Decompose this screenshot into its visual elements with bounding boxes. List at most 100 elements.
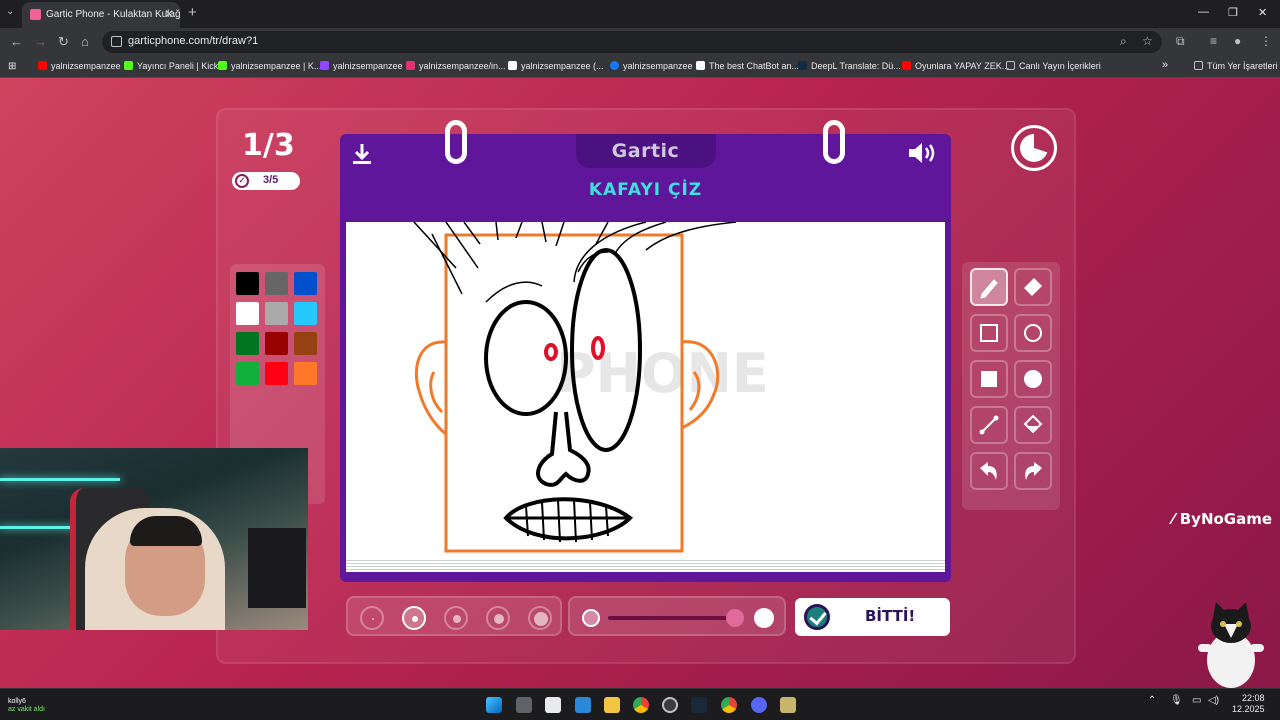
back-arrow-icon[interactable]: ← bbox=[10, 34, 23, 49]
site-info-icon[interactable] bbox=[111, 36, 122, 47]
microphone-icon[interactable]: 🎙 bbox=[1170, 695, 1183, 706]
chatbot-icon bbox=[696, 61, 705, 70]
media-control-icon[interactable]: ≡ bbox=[1210, 34, 1217, 48]
color-swatch-light-gray[interactable] bbox=[265, 302, 288, 325]
drawing-prompt: KAFAYI ÇİZ bbox=[588, 180, 703, 200]
bookmark-label: The best ChatBot an... bbox=[709, 61, 800, 71]
browser-tab[interactable]: Gartic Phone - Kulaktan Kulağa ✕ bbox=[22, 2, 180, 28]
new-tab-button[interactable]: + bbox=[188, 4, 197, 21]
tab-search-icon[interactable]: ⌄ bbox=[6, 6, 14, 17]
bookmark-item[interactable]: yalnizsempanzee bbox=[38, 61, 121, 71]
bookmark-item[interactable]: yalnizsempanzee bbox=[610, 61, 693, 71]
pencil-tool[interactable] bbox=[970, 268, 1008, 306]
bookmark-item[interactable]: Oyunlara YAPAY ZEK... bbox=[902, 61, 1009, 71]
color-swatch-red[interactable] bbox=[265, 362, 288, 385]
redo-tool[interactable] bbox=[1014, 452, 1052, 490]
tray-overflow-icon[interactable]: ⌃ bbox=[1148, 695, 1156, 706]
obs-icon[interactable] bbox=[662, 697, 678, 713]
stream-user-info: kolly6 az vakit aldı bbox=[8, 698, 45, 714]
brush-size-4[interactable] bbox=[486, 606, 510, 630]
restore-button[interactable]: ❐ bbox=[1228, 6, 1238, 19]
minimize-button[interactable]: — bbox=[1198, 6, 1209, 18]
system-clock[interactable]: 22:08 12.2025 bbox=[1232, 693, 1265, 715]
zoom-icon[interactable]: ⌕ bbox=[1120, 34, 1127, 49]
bookmark-item[interactable]: The best ChatBot an... bbox=[696, 61, 799, 71]
fill-bucket-tool[interactable] bbox=[1014, 406, 1052, 444]
speaker-icon[interactable]: ◁) bbox=[1208, 695, 1219, 706]
bookmark-item[interactable]: yalnizsempanzee bbox=[320, 61, 403, 71]
stream-username: kolly6 bbox=[8, 698, 26, 705]
tab-title: Gartic Phone - Kulaktan Kulağa bbox=[46, 9, 180, 20]
color-swatch-blue[interactable] bbox=[294, 272, 317, 295]
close-window-button[interactable]: ✕ bbox=[1258, 6, 1267, 19]
bookmark-folder[interactable]: Canlı Yayın İçerikleri bbox=[1006, 61, 1101, 71]
round-counter: 1/3 bbox=[242, 128, 295, 163]
extensions-icon[interactable]: ⧉ bbox=[1176, 34, 1185, 49]
bookmark-star-icon[interactable]: ☆ bbox=[1142, 34, 1153, 48]
pencil-icon bbox=[980, 279, 998, 299]
brush-size-2[interactable] bbox=[402, 606, 426, 630]
bookmark-item[interactable]: DeepL Translate: Dü... bbox=[798, 61, 901, 71]
snipping-tool-icon[interactable] bbox=[545, 697, 561, 713]
color-swatch-white[interactable] bbox=[236, 302, 259, 325]
file-explorer-icon[interactable] bbox=[604, 697, 620, 713]
ellipse-outline-tool[interactable] bbox=[1014, 314, 1052, 352]
reload-icon[interactable]: ↻ bbox=[58, 34, 69, 50]
tab-close-icon[interactable]: ✕ bbox=[164, 7, 174, 21]
ellipse-fill-tool[interactable] bbox=[1014, 360, 1052, 398]
opacity-slider-bar bbox=[568, 596, 786, 636]
app-icon[interactable] bbox=[780, 697, 796, 713]
color-swatch-green[interactable] bbox=[236, 332, 259, 355]
bookmarks-overflow-icon[interactable]: » bbox=[1162, 59, 1168, 71]
discord-icon[interactable] bbox=[751, 697, 767, 713]
photos-icon[interactable] bbox=[575, 697, 591, 713]
all-bookmarks-folder[interactable]: Tüm Yer İşaretleri bbox=[1194, 61, 1278, 71]
notebook-ring bbox=[445, 120, 467, 164]
bookmark-item[interactable]: Yayıncı Paneli | Kick bbox=[124, 61, 218, 71]
volume-icon[interactable] bbox=[906, 140, 938, 166]
bookmark-item[interactable]: yalnizsempanzee (... bbox=[508, 61, 604, 71]
color-swatch-orange[interactable] bbox=[294, 362, 317, 385]
menu-dots-icon[interactable]: ⋮ bbox=[1260, 34, 1272, 48]
color-swatch-dark-red[interactable] bbox=[265, 332, 288, 355]
apps-grid-icon[interactable]: ⊞ bbox=[8, 61, 16, 72]
eraser-tool[interactable] bbox=[1014, 268, 1052, 306]
color-swatch-light-green[interactable] bbox=[236, 362, 259, 385]
rectangle-outline-tool[interactable] bbox=[970, 314, 1008, 352]
notebook-ring bbox=[823, 120, 845, 164]
gartic-logo: Gartic bbox=[611, 140, 680, 162]
line-tool[interactable] bbox=[970, 406, 1008, 444]
kick-icon bbox=[218, 61, 227, 70]
bookmark-item[interactable]: yalnizsempanzee | K... bbox=[218, 61, 321, 71]
home-icon[interactable]: ⌂ bbox=[81, 34, 89, 49]
brush-size-3[interactable] bbox=[444, 606, 468, 630]
steam-icon[interactable] bbox=[691, 697, 707, 713]
profile-avatar-icon[interactable]: ● bbox=[1234, 34, 1241, 48]
address-bar[interactable]: garticphone.com/tr/draw?1 bbox=[102, 31, 1162, 53]
undo-tool[interactable] bbox=[970, 452, 1008, 490]
brush-size-5[interactable] bbox=[528, 606, 552, 630]
color-swatch-black[interactable] bbox=[236, 272, 259, 295]
forward-arrow-icon[interactable]: → bbox=[34, 34, 47, 49]
display-icon[interactable]: ▭ bbox=[1192, 695, 1201, 706]
bookmark-item[interactable]: yalnizsempanzee/in... bbox=[406, 61, 506, 71]
brush-size-1[interactable] bbox=[360, 606, 384, 630]
clock-time: 22:08 bbox=[1242, 693, 1265, 703]
chrome-icon[interactable] bbox=[633, 697, 649, 713]
done-button[interactable]: BİTTİ! bbox=[795, 598, 950, 636]
tiktok-icon bbox=[508, 61, 517, 70]
start-menu-icon[interactable] bbox=[486, 697, 502, 713]
phone-holder bbox=[248, 528, 306, 608]
download-icon[interactable] bbox=[350, 142, 374, 166]
color-swatch-cyan[interactable] bbox=[294, 302, 317, 325]
opacity-track[interactable] bbox=[608, 616, 738, 620]
brand-text: ByNoGame bbox=[1179, 510, 1273, 528]
task-view-icon[interactable] bbox=[516, 697, 532, 713]
color-swatch-gray[interactable] bbox=[265, 272, 288, 295]
twitch-icon bbox=[320, 61, 329, 70]
color-swatch-brown[interactable] bbox=[294, 332, 317, 355]
rectangle-fill-tool[interactable] bbox=[970, 360, 1008, 398]
chrome-active-icon[interactable] bbox=[721, 697, 737, 713]
opacity-slider-handle[interactable] bbox=[726, 609, 744, 627]
drawing-canvas[interactable]: PHONE bbox=[346, 222, 945, 558]
